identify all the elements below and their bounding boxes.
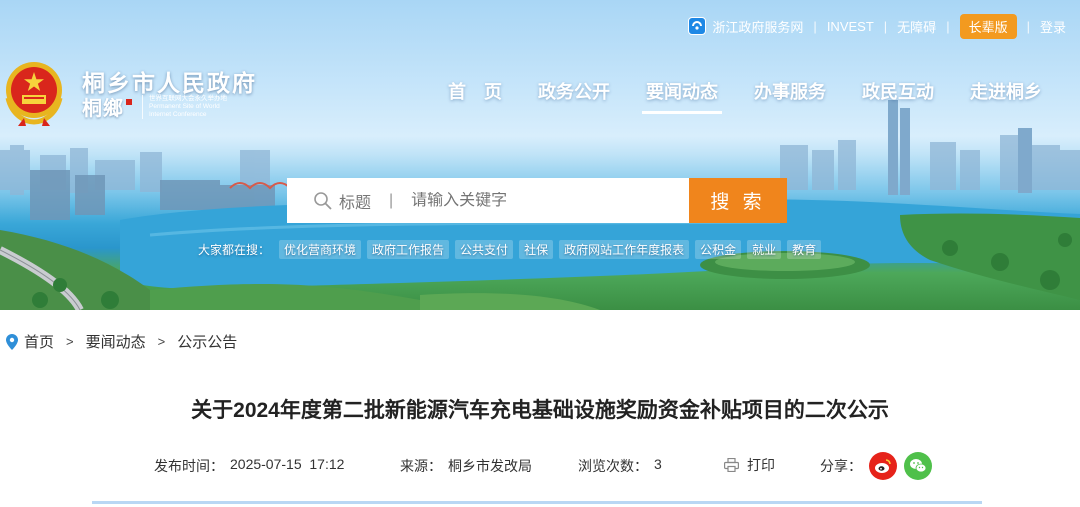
- breadcrumb-news[interactable]: 要闻动态: [86, 331, 146, 352]
- article-title: 关于2024年度第二批新能源汽车充电基础设施奖励资金补贴项目的二次公示: [191, 399, 889, 422]
- zhejiang-service-link[interactable]: 浙江政府服务网: [712, 17, 803, 36]
- print-icon: [724, 458, 739, 472]
- hot-keyword[interactable]: 政府工作报告: [367, 240, 450, 259]
- search-button[interactable]: 搜 索: [689, 178, 787, 223]
- hot-keyword[interactable]: 政府网站工作年度报表: [559, 240, 690, 259]
- nav-item-services[interactable]: 办事服务: [754, 78, 826, 112]
- utility-separator: |: [813, 18, 817, 34]
- breadcrumb-separator: >: [157, 334, 166, 349]
- hot-keyword[interactable]: 教育: [787, 240, 822, 259]
- city-skyline-illustration: [0, 100, 1080, 310]
- brand-divider: [142, 94, 143, 119]
- breadcrumb-separator: >: [66, 334, 74, 349]
- brand-slogan: 世界互联网大会永久举办地 Permanent Site of World Int…: [149, 95, 227, 119]
- wechat-share-button[interactable]: [904, 452, 932, 480]
- brand-calligraphy: 桐鄉: [82, 96, 124, 120]
- breadcrumb: 首页 > 要闻动态 > 公示公告: [6, 331, 237, 352]
- weibo-icon: [875, 459, 891, 473]
- utility-separator: |: [1026, 18, 1030, 34]
- source-value: 桐乡市发改局: [448, 458, 532, 474]
- weibo-share-button[interactable]: [869, 452, 897, 480]
- slogan-line: 世界互联网大会永久举办地: [149, 94, 227, 102]
- hot-search-label: 大家都在搜：: [198, 243, 271, 257]
- hero-banner: 浙江政府服务网 | INVEST | 无障碍 | 长辈版 | 登录 桐乡市人民政…: [0, 0, 1080, 310]
- utility-separator: |: [883, 18, 888, 34]
- nav-item-news[interactable]: 要闻动态: [642, 78, 722, 114]
- zhejiang-service-icon: [688, 17, 707, 35]
- accessibility-link[interactable]: 无障碍: [897, 17, 936, 36]
- hot-keyword[interactable]: 公积金: [695, 240, 742, 259]
- utility-separator: |: [946, 18, 950, 34]
- search-box: 标题 |: [287, 178, 689, 223]
- source-label: 来源：: [400, 458, 442, 474]
- views-count: 3: [654, 456, 662, 472]
- red-seal-mark: [126, 98, 132, 105]
- hot-search: 大家都在搜： 优化营商环境 政府工作报告 公共支付 社保 政府网站工作年度报表 …: [198, 240, 824, 259]
- search-scope-select[interactable]: 标题: [339, 189, 371, 213]
- national-emblem-icon: [5, 62, 63, 126]
- search-divider: |: [389, 191, 394, 209]
- elder-mode-button[interactable]: 长辈版: [959, 13, 1017, 39]
- print-button[interactable]: 打印: [724, 455, 775, 475]
- slogan-line: Internet Conference: [149, 110, 207, 118]
- share-label: 分享：: [820, 458, 862, 474]
- nav-item-gov-affairs[interactable]: 政务公开: [538, 78, 610, 112]
- print-label: 打印: [747, 457, 775, 473]
- nav-item-interaction[interactable]: 政民互动: [862, 78, 934, 112]
- publish-time: 2025-07-15 17:12: [230, 456, 345, 472]
- main-nav: 首 页 政务公开 要闻动态 办事服务 政民互动 走进桐乡: [430, 78, 1060, 114]
- content-divider: [92, 501, 982, 504]
- search-bar: 标题 | 搜 索: [287, 178, 787, 223]
- wechat-icon: [910, 459, 927, 473]
- breadcrumb-home[interactable]: 首页: [24, 331, 54, 352]
- utility-bar: 浙江政府服务网 | INVEST | 无障碍 | 长辈版 | 登录: [688, 13, 1066, 39]
- hot-keyword[interactable]: 就业: [747, 240, 782, 259]
- brand-logo: 桐鄉 世界互联网大会永久举办地 Permanent Site of World …: [82, 92, 227, 121]
- nav-item-home[interactable]: 首 页: [448, 78, 502, 112]
- publish-time-label: 发布时间：: [154, 458, 224, 474]
- location-pin-icon: [6, 333, 18, 350]
- article-meta: 发布时间： 2025-07-15 17:12 来源： 桐乡市发改局 浏览次数： …: [154, 452, 934, 480]
- invest-link[interactable]: INVEST: [827, 19, 874, 34]
- share-bar: 分享：: [820, 452, 932, 480]
- nav-item-about-tongxiang[interactable]: 走进桐乡: [970, 78, 1042, 112]
- slogan-line: Permanent Site of World: [149, 102, 220, 110]
- search-input[interactable]: [411, 191, 642, 210]
- search-icon: [314, 191, 332, 210]
- login-link[interactable]: 登录: [1040, 17, 1066, 36]
- breadcrumb-announcements[interactable]: 公示公告: [177, 331, 237, 352]
- views-label: 浏览次数：: [578, 458, 648, 474]
- hot-keyword[interactable]: 社保: [519, 240, 554, 259]
- hot-keyword[interactable]: 优化营商环境: [279, 240, 362, 259]
- hot-keyword[interactable]: 公共支付: [455, 240, 514, 259]
